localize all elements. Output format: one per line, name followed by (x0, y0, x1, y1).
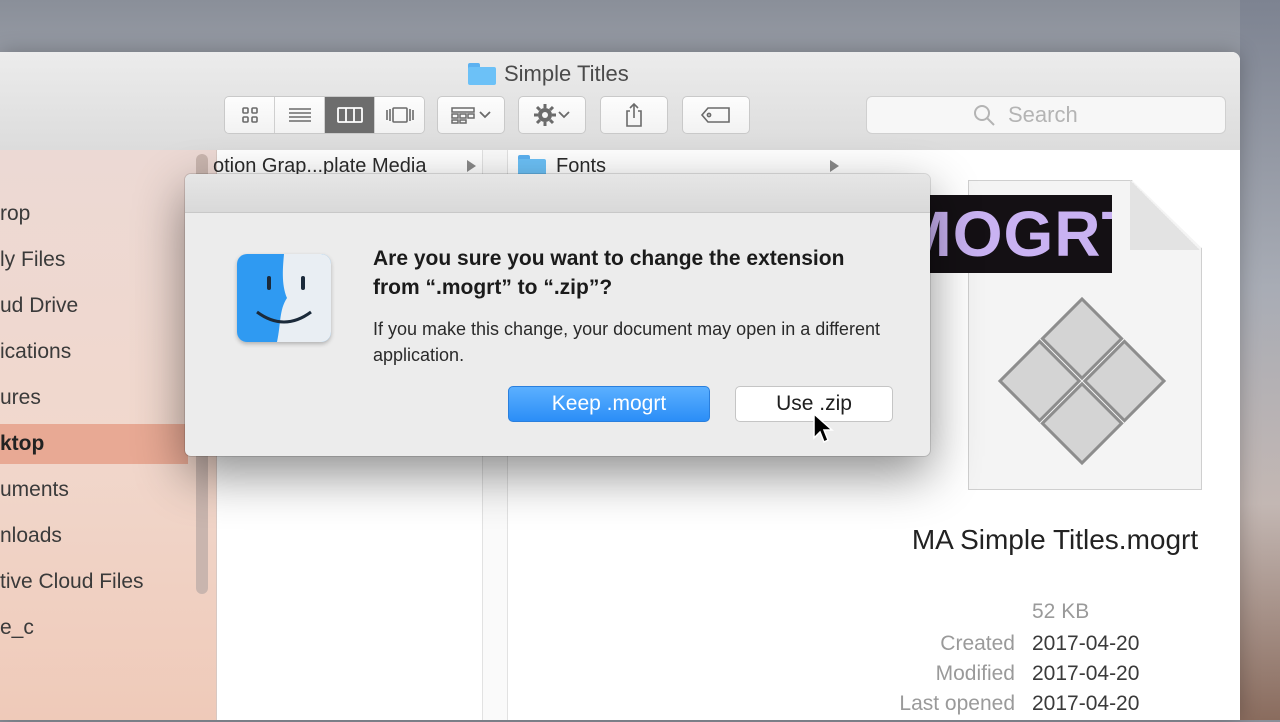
sidebar-item-user[interactable]: e_c (0, 608, 34, 648)
list-view-button[interactable] (275, 97, 325, 133)
window-title-text: Simple Titles (504, 61, 629, 86)
sidebar-item-label: e_c (0, 616, 34, 639)
arrange-icon (451, 107, 475, 124)
chevron-down-icon (558, 111, 570, 119)
tags-button[interactable] (682, 96, 750, 134)
folder-icon (468, 63, 496, 85)
columns-icon (336, 107, 363, 123)
coverflow-icon (385, 107, 414, 123)
tag-icon (700, 107, 730, 123)
action-button[interactable] (518, 96, 586, 134)
column-view-button[interactable] (325, 97, 375, 133)
share-button[interactable] (600, 96, 668, 134)
modified-value: 2017-04-20 (1032, 662, 1140, 685)
list-icon (288, 108, 311, 122)
last-opened-value: 2017-04-20 (1032, 692, 1140, 715)
sidebar-item-label: tive Cloud Files (0, 570, 144, 593)
file-size: 52 KB (1032, 600, 1090, 623)
document-fold (1130, 180, 1200, 250)
sidebar-item-documents[interactable]: uments (0, 470, 69, 510)
sidebar-item-downloads[interactable]: nloads (0, 516, 62, 556)
sidebar-item-creative-cloud-files[interactable]: tive Cloud Files (0, 562, 144, 602)
dialog-message: If you make this change, your document m… (373, 319, 880, 365)
preview-filename: MA Simple Titles.mogrt (911, 524, 1199, 555)
sidebar-item-label: rop (0, 202, 31, 225)
sidebar-item-desktop[interactable]: ktop (0, 424, 188, 464)
preview-created-row: Created 2017-04-20 (870, 632, 1240, 662)
sidebar-item-all-my-files[interactable]: ly Files (0, 240, 65, 280)
modified-label: Modified (935, 662, 1015, 685)
gallery-view-button[interactable] (375, 97, 424, 133)
sidebar-item-airdrop[interactable]: rop (0, 194, 30, 234)
share-icon (626, 102, 642, 127)
icon-view-button[interactable] (225, 97, 275, 133)
chevron-down-icon (479, 111, 491, 119)
search-field[interactable] (866, 96, 1226, 134)
created-label: Created (940, 632, 1015, 655)
preview-last-opened-row: Last opened 2017-04-20 (870, 692, 1240, 722)
arrange-button[interactable] (437, 96, 505, 134)
sidebar-item-icloud-drive[interactable]: ud Drive (0, 286, 78, 326)
sidebar-item-label: ktop (0, 432, 45, 455)
sidebar-item-label: nloads (0, 524, 62, 547)
mouse-cursor-icon (813, 412, 834, 444)
sidebar-item-label: ud Drive (0, 294, 79, 317)
sidebar-item-label: ications (0, 340, 72, 363)
preview-modified-row: Modified 2017-04-20 (870, 662, 1240, 692)
preview-size-row: 52 KB (870, 600, 1240, 630)
gear-icon (534, 104, 556, 126)
search-icon (974, 105, 995, 126)
finder-icon (237, 254, 331, 342)
search-input[interactable] (1006, 101, 1120, 129)
mogrt-badge: MOGRT (928, 195, 1112, 273)
sidebar-item-label: ures (0, 386, 41, 409)
dialog-title: Are you sure you want to change the exte… (373, 247, 845, 299)
sidebar-item-applications[interactable]: ications (0, 332, 71, 372)
sidebar-item-pictures[interactable]: ures (0, 378, 41, 418)
disclosure-arrow-icon (830, 160, 839, 172)
keep-extension-button[interactable]: Keep .mogrt (508, 386, 710, 422)
sidebar-item-label: ly Files (0, 248, 66, 271)
created-value: 2017-04-20 (1032, 632, 1140, 655)
diamond-grid-icon (997, 296, 1167, 466)
view-switcher (224, 96, 425, 134)
desktop-background (1240, 0, 1280, 720)
disclosure-arrow-icon (467, 160, 476, 172)
finder-toolbar: Simple Titles (0, 52, 1240, 151)
sidebar-item-label: uments (0, 478, 69, 501)
last-opened-label: Last opened (899, 692, 1015, 715)
dialog-titlebar (185, 174, 930, 213)
window-title: Simple Titles (468, 59, 629, 89)
grid-icon (241, 107, 258, 123)
